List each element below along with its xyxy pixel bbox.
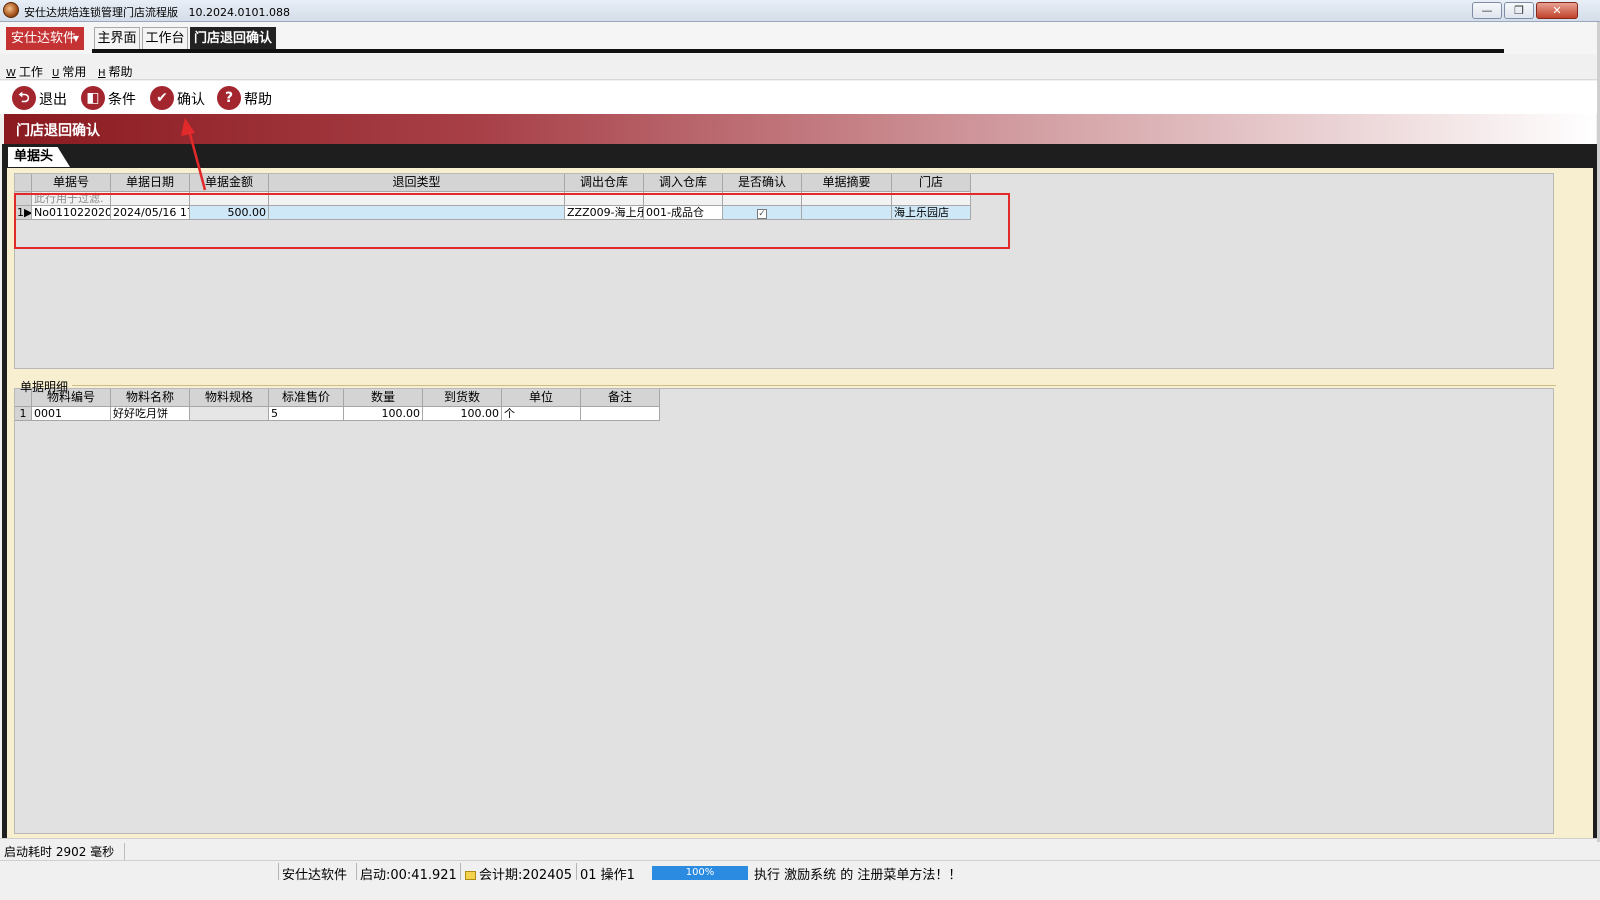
confirm-label: 确认 <box>177 92 205 108</box>
minimize-button[interactable]: — <box>1472 2 1502 19</box>
status-period: 会计期:202405 <box>465 864 572 883</box>
cell-doc-date[interactable]: 2024/05/16 17 <box>111 206 190 220</box>
menu-help[interactable]: H 帮助 <box>98 63 133 80</box>
close-button[interactable]: ✕ <box>1536 2 1578 19</box>
confirmed-checkbox[interactable]: ✓ <box>757 209 767 219</box>
cell-doc-amount[interactable]: 500.00 <box>190 206 269 220</box>
col-std-price[interactable]: 标准售价 <box>269 389 344 407</box>
table-row[interactable]: 1 0001 好好吃月饼 5 100.00 100.00 个 <box>15 407 660 421</box>
table-row[interactable]: 1▶ No01102202024 2024/05/16 17 500.00 ZZ… <box>15 206 971 220</box>
cell-store[interactable]: 海上乐园店 <box>892 206 971 220</box>
window-title: 安仕达烘焙连锁管理门店流程版 10.2024.0101.088 <box>24 6 290 19</box>
page-banner: 门店退回确认 <box>4 114 1596 144</box>
status-company: 安仕达软件 <box>282 868 348 883</box>
menu-work[interactable]: W 工作 <box>6 63 43 80</box>
cell-quantity[interactable]: 100.00 <box>344 407 423 421</box>
cell-summary[interactable] <box>802 206 892 220</box>
menu-common[interactable]: U 常用 <box>52 63 86 80</box>
page-title: 门店退回确认 <box>16 123 100 139</box>
exit-icon: ⮌ <box>12 86 36 110</box>
detail-grid: 物料编号 物料名称 物料规格 标准售价 数量 到货数 单位 备注 1 0001 … <box>14 388 1554 834</box>
exit-button[interactable]: ⮌ 退出 <box>12 85 72 111</box>
detail-divider <box>72 385 1556 386</box>
col-to-warehouse[interactable]: 调入仓库 <box>644 174 723 192</box>
cell-to-warehouse[interactable]: 001-成品仓 <box>644 206 723 220</box>
col-store[interactable]: 门店 <box>892 174 971 192</box>
cell-confirmed[interactable]: ✓ <box>723 206 802 220</box>
col-summary[interactable]: 单据摘要 <box>802 174 892 192</box>
cell-arrived[interactable]: 100.00 <box>423 407 502 421</box>
exit-label: 退出 <box>39 92 67 108</box>
col-doc-date[interactable]: 单据日期 <box>111 174 190 192</box>
confirm-icon: ✔ <box>150 86 174 110</box>
folder-icon <box>465 871 476 880</box>
row-pointer-icon: ▶ <box>24 206 32 219</box>
col-doc-amount[interactable]: 单据金额 <box>190 174 269 192</box>
confirm-button[interactable]: ✔ 确认 <box>150 85 210 111</box>
col-arrived[interactable]: 到货数 <box>423 389 502 407</box>
content-panel: 单据号 单据日期 单据金额 退回类型 调出仓库 调入仓库 是否确认 单据摘要 门… <box>7 168 1593 848</box>
content-frame: 单据头 单据号 单据日期 单据金额 退回类型 调出仓库 调入仓库 是否确认 单据… <box>2 144 1598 852</box>
status-operator: 01 操作1 <box>580 868 635 883</box>
condition-icon: ◧ <box>81 86 105 110</box>
tab-doc-header[interactable]: 单据头 <box>8 147 70 167</box>
filter-row[interactable]: 此行用于过滤. <box>15 192 971 206</box>
col-return-type[interactable]: 退回类型 <box>269 174 565 192</box>
col-unit[interactable]: 单位 <box>502 389 581 407</box>
detail-section-label: 单据明细 <box>20 380 69 394</box>
help-label: 帮助 <box>244 92 272 108</box>
cell-item-name[interactable]: 好好吃月饼 <box>111 407 190 421</box>
status-message: 执行 激励系统 的 注册菜单方法！！ <box>754 868 962 883</box>
title-bar: 安仕达烘焙连锁管理门店流程版 10.2024.0101.088 — ❐ ✕ <box>0 0 1600 22</box>
col-doc-no[interactable]: 单据号 <box>32 174 111 192</box>
condition-label: 条件 <box>108 92 136 108</box>
header-grid: 单据号 单据日期 单据金额 退回类型 调出仓库 调入仓库 是否确认 单据摘要 门… <box>14 173 1554 369</box>
menu-bar: W 工作 U 常用 H 帮助 <box>0 60 1600 80</box>
col-confirmed[interactable]: 是否确认 <box>723 174 802 192</box>
maximize-button[interactable]: ❐ <box>1504 2 1534 19</box>
cell-unit[interactable]: 个 <box>502 407 581 421</box>
col-quantity[interactable]: 数量 <box>344 389 423 407</box>
progress-bar: 100% <box>652 866 748 880</box>
cell-item-spec[interactable] <box>190 407 269 421</box>
status-startup: 启动:00:41.921 <box>360 868 457 883</box>
tab-main[interactable]: 主界面 <box>94 27 140 51</box>
cell-doc-no[interactable]: No01102202024 <box>32 206 111 220</box>
brand-menu-button[interactable]: 安仕达软件 ▼ <box>6 27 84 50</box>
tab-workbench[interactable]: 工作台 <box>142 27 188 51</box>
row-number: 1 <box>15 407 32 421</box>
cell-item-code[interactable]: 0001 <box>32 407 111 421</box>
startup-elapsed: 启动耗时 2902 毫秒 <box>4 843 126 860</box>
tab-underline <box>92 49 1504 53</box>
condition-button[interactable]: ◧ 条件 <box>81 85 141 111</box>
app-logo-icon <box>3 2 19 18</box>
status-bar-top: 启动耗时 2902 毫秒 <box>0 838 1600 860</box>
help-icon: ? <box>217 86 241 110</box>
col-note[interactable]: 备注 <box>581 389 660 407</box>
cell-std-price[interactable]: 5 <box>269 407 344 421</box>
col-from-warehouse[interactable]: 调出仓库 <box>565 174 644 192</box>
chevron-down-icon: ▼ <box>72 34 79 43</box>
help-button[interactable]: ? 帮助 <box>217 85 277 111</box>
toolbar: ⮌ 退出 ◧ 条件 ✔ 确认 ? 帮助 <box>0 81 1600 114</box>
col-item-spec[interactable]: 物料规格 <box>190 389 269 407</box>
cell-return-type[interactable] <box>269 206 565 220</box>
brand-label: 安仕达软件 <box>11 31 77 46</box>
col-item-name[interactable]: 物料名称 <box>111 389 190 407</box>
filter-hint[interactable]: 此行用于过滤. <box>32 192 111 206</box>
cell-note[interactable] <box>581 407 660 421</box>
tab-store-return-confirm[interactable]: 门店退回确认 <box>190 27 276 51</box>
row-number: 1▶ <box>15 206 32 220</box>
cell-from-warehouse[interactable]: ZZZ009-海上乐 <box>565 206 644 220</box>
status-bar: 安仕达软件 启动:00:41.921 会计期:202405 01 操作1 100… <box>0 860 1600 883</box>
